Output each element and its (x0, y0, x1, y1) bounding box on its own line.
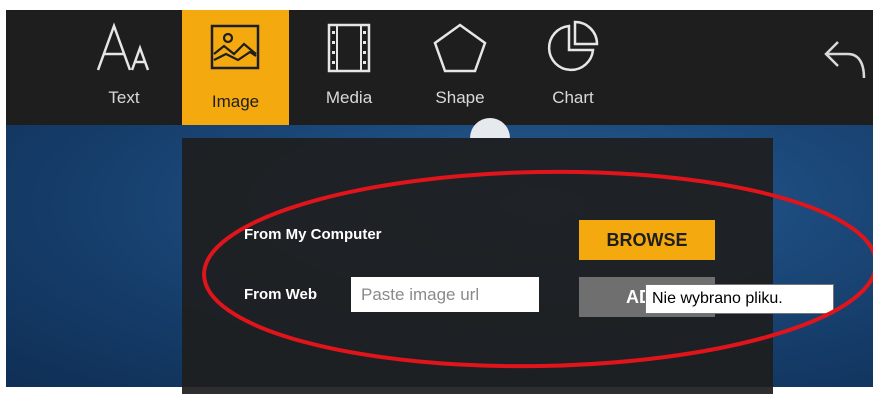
editor-window: Text Image Media Shape Chart From My Com… (0, 0, 873, 394)
red-highlight-ellipse (202, 169, 873, 369)
